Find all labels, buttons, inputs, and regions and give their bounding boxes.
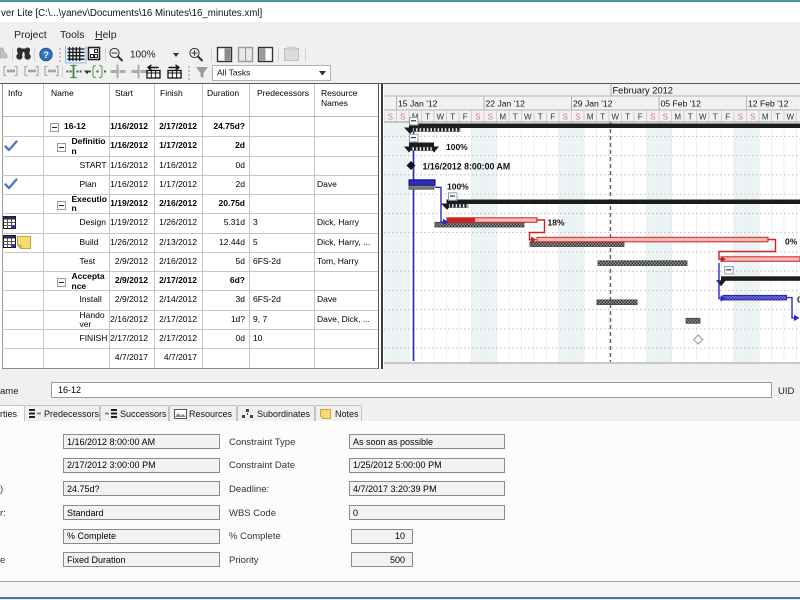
svg-text:T: T: [688, 113, 693, 122]
svg-text:S: S: [488, 113, 493, 122]
svg-text:F: F: [550, 113, 555, 122]
svg-text:W: W: [699, 113, 707, 122]
svg-text:29 Jan '12: 29 Jan '12: [573, 99, 613, 109]
svg-text:05 Feb '12: 05 Feb '12: [661, 99, 702, 109]
svg-text:M: M: [499, 113, 506, 122]
svg-text:S: S: [575, 113, 580, 122]
svg-text:T: T: [713, 113, 718, 122]
svg-text:100%: 100%: [446, 142, 468, 152]
svg-text:F: F: [638, 113, 643, 122]
svg-text:T: T: [450, 113, 455, 122]
svg-text:M: M: [674, 113, 681, 122]
svg-text:15 Jan '12: 15 Jan '12: [398, 99, 438, 109]
svg-text:W: W: [786, 113, 794, 122]
svg-text:S: S: [650, 113, 655, 122]
svg-text:W: W: [611, 113, 619, 122]
svg-text:S: S: [738, 113, 743, 122]
svg-text:S: S: [400, 113, 405, 122]
svg-text:W: W: [436, 113, 444, 122]
svg-text:S: S: [663, 113, 668, 122]
svg-text:?: ?: [43, 50, 49, 61]
svg-text:12 Feb '12: 12 Feb '12: [748, 99, 789, 109]
svg-text:M: M: [587, 113, 594, 122]
svg-text:T: T: [538, 113, 543, 122]
svg-text:S: S: [750, 113, 755, 122]
svg-text:S: S: [475, 113, 480, 122]
svg-text:T: T: [513, 113, 518, 122]
svg-text:T: T: [625, 113, 630, 122]
svg-text:M: M: [762, 113, 769, 122]
svg-text:18%: 18%: [548, 217, 565, 227]
svg-text:22 Jan '12: 22 Jan '12: [486, 99, 526, 109]
svg-text:W: W: [524, 113, 532, 122]
svg-text:100%: 100%: [447, 181, 469, 191]
svg-text:0%: 0%: [785, 237, 798, 247]
svg-text:All Tasks: All Tasks: [217, 68, 250, 78]
svg-text:100%: 100%: [130, 50, 156, 61]
svg-text:F: F: [725, 113, 730, 122]
svg-text:T: T: [600, 113, 605, 122]
svg-text:F: F: [463, 113, 468, 122]
svg-text:1/16/2012 8:00:00 AM: 1/16/2012 8:00:00 AM: [423, 161, 511, 171]
svg-text:S: S: [563, 113, 568, 122]
svg-text:February 2012: February 2012: [613, 86, 673, 96]
svg-text:S: S: [388, 113, 393, 122]
svg-text:T: T: [775, 113, 780, 122]
svg-text:T: T: [425, 113, 430, 122]
